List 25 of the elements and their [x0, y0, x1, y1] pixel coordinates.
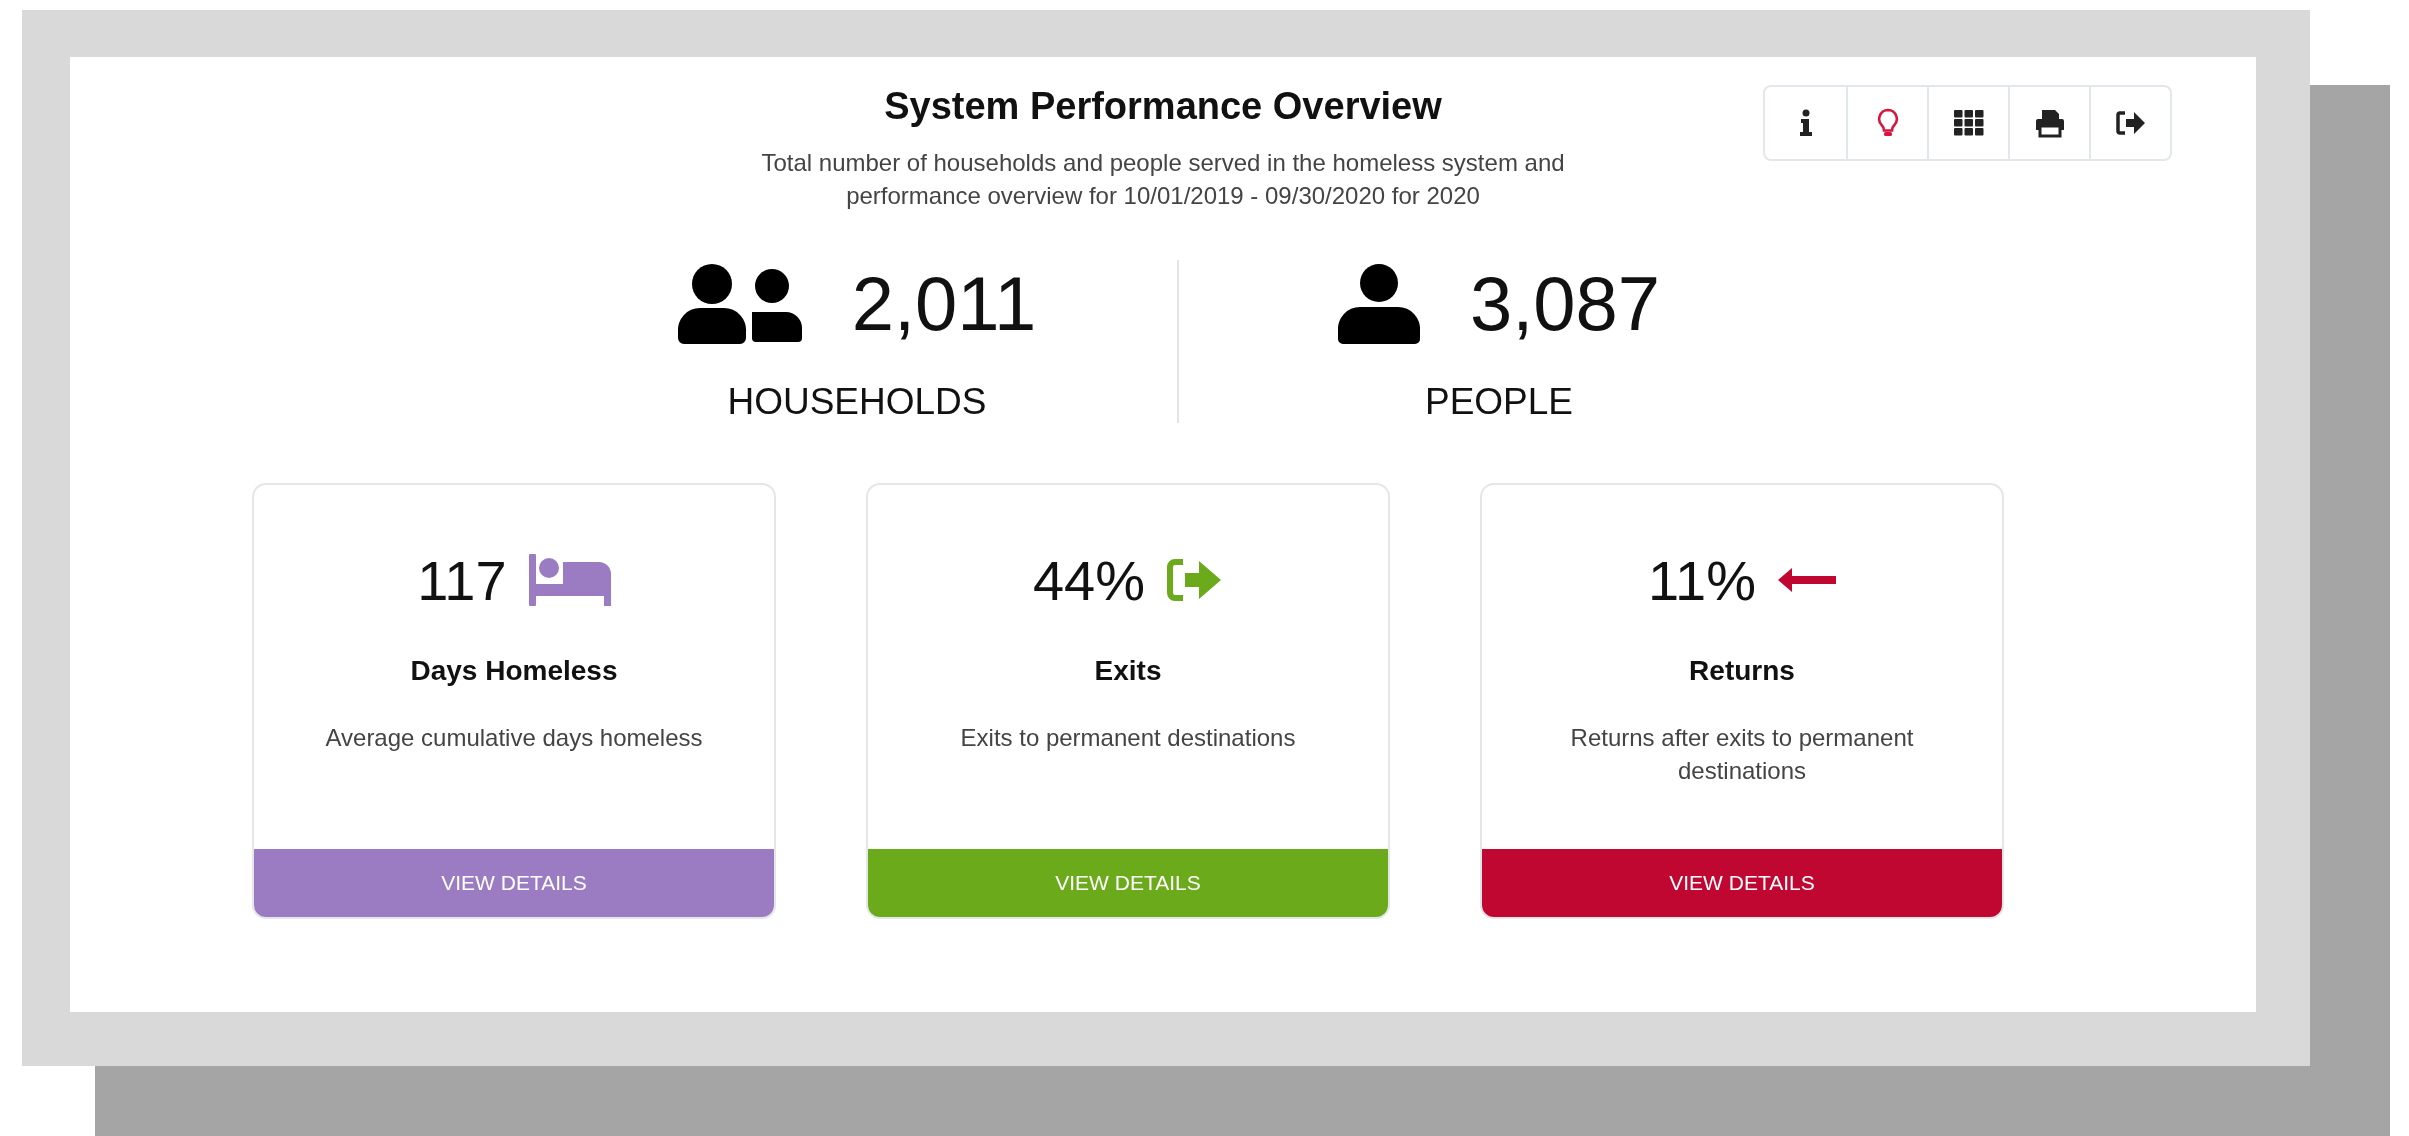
- view-details-button[interactable]: VIEW DETAILS: [254, 849, 774, 917]
- metric-title: Returns: [1689, 655, 1795, 687]
- total-label: HOUSEHOLDS: [727, 381, 987, 423]
- view-details-button[interactable]: VIEW DETAILS: [1482, 849, 2002, 917]
- total-value: 2,011: [851, 260, 1037, 347]
- page-title: System Performance Overview: [883, 85, 1443, 128]
- metric-description: Average cumulative days homeless: [325, 723, 703, 753]
- metric-description: Exits to permanent destinations: [960, 723, 1296, 753]
- info-icon: [1798, 109, 1813, 137]
- print-icon: [2034, 108, 2065, 138]
- lightbulb-icon: [1876, 108, 1899, 138]
- person-icon: [1337, 262, 1420, 345]
- view-details-button[interactable]: VIEW DETAILS: [868, 849, 1388, 917]
- metric-title: Days Homeless: [410, 655, 618, 687]
- metric-title: Exits: [1094, 655, 1162, 687]
- metric-value: 11%: [1648, 547, 1756, 613]
- total-value: 3,087: [1469, 260, 1661, 347]
- exit-arrow-icon: [2115, 110, 2146, 136]
- total-label: PEOPLE: [1424, 381, 1574, 423]
- people-icon: [677, 261, 802, 346]
- grid-icon: [1953, 110, 1984, 136]
- metric-value: 44%: [1032, 547, 1146, 613]
- page-subtitle: Total number of households and people served in the homeless system and performance overview for 10/01/2019 - 09/30/2020 for 2020: [761, 148, 1565, 211]
- metric-value: 117: [417, 547, 507, 613]
- metric-description: Returns after exits to permanent destinations: [1569, 723, 1915, 786]
